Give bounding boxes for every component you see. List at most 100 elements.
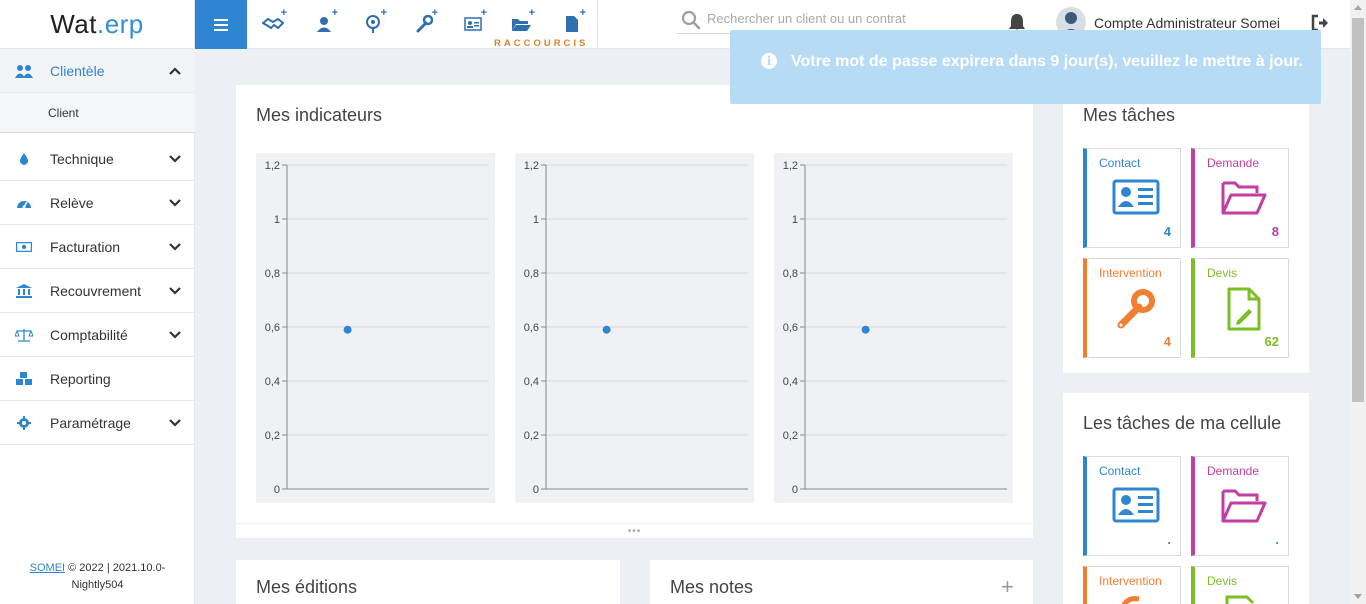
drop-icon <box>14 150 34 168</box>
task-tile-label: Contact <box>1099 156 1141 170</box>
data-point[interactable] <box>343 325 352 334</box>
indicator-chart-3-svg: 1,2 1 0,8 0,6 0,4 0,2 0 <box>783 160 1007 496</box>
task-tile-label: Intervention <box>1099 574 1162 588</box>
sidebar-item-facturation[interactable]: Facturation <box>0 225 195 269</box>
sidebar-item-comptabilite[interactable]: Comptabilité <box>0 313 195 357</box>
y-tick-label: 0,6 <box>783 322 798 334</box>
somei-link[interactable]: SOMEI <box>30 562 65 574</box>
y-tick-label: 1 <box>274 214 280 226</box>
sidebar-item-label: Facturation <box>50 238 121 255</box>
task-tile-devis[interactable]: Devis 62 <box>1191 258 1289 358</box>
logo-suffix: .erp <box>96 9 144 39</box>
chevron-down-icon <box>169 155 181 163</box>
scroll-up-icon[interactable] <box>1354 5 1362 10</box>
sidebar-item-clientele[interactable]: Clientèle <box>0 49 195 93</box>
sidebar-item-technique[interactable]: Technique <box>0 137 195 181</box>
shortcut-new-intervention[interactable]: + <box>408 7 440 38</box>
cell-task-tile-contact[interactable]: Contact . <box>1083 456 1181 556</box>
y-tick-label: 1,2 <box>783 160 798 172</box>
sidebar-item-label: Paramétrage <box>50 414 131 431</box>
y-tick-label: 0,8 <box>783 268 798 280</box>
shortcut-new-meter[interactable]: + <box>357 7 389 38</box>
sidebar-item-label: Comptabilité <box>50 326 128 343</box>
indicator-chart-1-svg: 1,2 1 0,8 0,6 0,4 0,2 0 <box>265 160 489 496</box>
sidebar-subitem-client[interactable]: Client <box>0 93 195 133</box>
cell-task-tile-devis[interactable]: Devis <box>1191 566 1289 604</box>
hamburger-icon <box>214 18 228 31</box>
task-tile-count: 4 <box>1163 224 1171 239</box>
task-tile-label: Demande <box>1207 156 1260 170</box>
menu-toggle-button[interactable] <box>195 0 247 49</box>
y-tick-label: 1 <box>792 214 798 226</box>
chevron-down-icon <box>169 419 181 427</box>
sidebar-item-releve[interactable]: Relève <box>0 181 195 225</box>
sidebar-item-label: Reporting <box>50 370 111 387</box>
user-name[interactable]: Compte Administrateur Somei <box>1094 15 1280 31</box>
notes-title: Mes notes <box>670 577 754 597</box>
panel-resize-handle[interactable]: ••• <box>236 523 1033 538</box>
task-tile-count: . <box>1167 532 1171 547</box>
sidebar-item-label: Relève <box>50 194 94 211</box>
info-icon: i <box>761 53 777 69</box>
contact-card-icon <box>464 17 482 31</box>
file-icon <box>566 16 578 32</box>
money-icon <box>14 238 34 256</box>
chevron-down-icon <box>169 243 181 251</box>
folder-open-icon <box>1221 489 1267 523</box>
y-tick-label: 1,2 <box>524 160 539 172</box>
shortcut-new-contact[interactable]: + <box>457 7 489 38</box>
task-tile-contact[interactable]: Contact 4 <box>1083 148 1181 248</box>
shortcut-new-contract[interactable]: + <box>257 7 289 38</box>
task-tile-intervention[interactable]: Intervention 4 <box>1083 258 1181 358</box>
user-add-icon <box>317 17 331 32</box>
shortcut-new-client[interactable]: + <box>308 7 340 38</box>
password-expiry-notification[interactable]: i Votre mot de passe expirera dans 9 jou… <box>730 30 1321 104</box>
shortcut-new-request[interactable]: + <box>505 7 537 38</box>
data-point[interactable] <box>861 325 870 334</box>
cell-task-tile-intervention[interactable]: Intervention <box>1083 566 1181 604</box>
task-tile-label: Devis <box>1207 266 1238 280</box>
balance-icon <box>14 326 34 344</box>
sidebar-item-recouvrement[interactable]: Recouvrement <box>0 269 195 313</box>
scrollbar-thumb[interactable] <box>1352 18 1364 402</box>
users-icon <box>14 62 34 80</box>
contact-card-icon <box>1112 179 1160 215</box>
indicator-chart-1: 1,2 1 0,8 0,6 0,4 0,2 0 <box>256 153 495 503</box>
chevron-up-icon <box>169 67 181 75</box>
sidebar-item-reporting[interactable]: Reporting <box>0 357 195 401</box>
scroll-down-icon[interactable] <box>1354 594 1362 599</box>
y-tick-label: 1,2 <box>265 160 280 172</box>
y-tick-label: 0,8 <box>265 268 280 280</box>
chevron-down-icon <box>169 331 181 339</box>
sidebar-footer: SOMEI © 2022 | 2021.10.0- Nightly504 <box>0 560 195 594</box>
gear-icon <box>14 414 34 432</box>
contact-card-icon <box>1112 487 1160 523</box>
task-tile-label: Intervention <box>1099 266 1162 280</box>
notes-panel: Mes notes + <box>650 560 1033 604</box>
cell-task-tile-demande[interactable]: Demande . <box>1191 456 1289 556</box>
sidebar-item-label: Technique <box>50 150 114 167</box>
editions-title: Mes éditions <box>256 577 358 597</box>
chevron-down-icon <box>169 287 181 295</box>
notification-text: Votre mot de passe expirera dans 9 jour(… <box>791 53 1303 70</box>
y-tick-label: 0,2 <box>783 430 798 442</box>
data-point[interactable] <box>602 325 611 334</box>
cell-tasks-title: Les tâches de ma cellule <box>1083 413 1282 433</box>
page-scrollbar[interactable] <box>1350 0 1366 604</box>
sidebar-item-parametrage[interactable]: Paramétrage <box>0 401 195 445</box>
shortcuts-label: RACCOURCIS <box>494 38 589 49</box>
cubes-icon <box>14 370 34 388</box>
task-tile-demande[interactable]: Demande 8 <box>1191 148 1289 248</box>
indicator-chart-2: 1,2 1 0,8 0,6 0,4 0,2 0 <box>515 153 754 503</box>
shortcut-new-quote[interactable]: + <box>556 7 588 38</box>
task-tile-label: Contact <box>1099 464 1141 478</box>
y-tick-label: 0,6 <box>524 322 539 334</box>
task-tile-count: . <box>1275 532 1279 547</box>
app-logo[interactable]: Wat .erp <box>0 0 195 49</box>
search-input[interactable] <box>707 11 997 26</box>
y-tick-label: 0 <box>792 484 798 496</box>
file-edit-icon <box>1225 595 1255 604</box>
add-note-button[interactable]: + <box>1001 574 1014 600</box>
sidebar-item-label: Recouvrement <box>50 282 142 299</box>
wrench-icon <box>1121 596 1140 604</box>
